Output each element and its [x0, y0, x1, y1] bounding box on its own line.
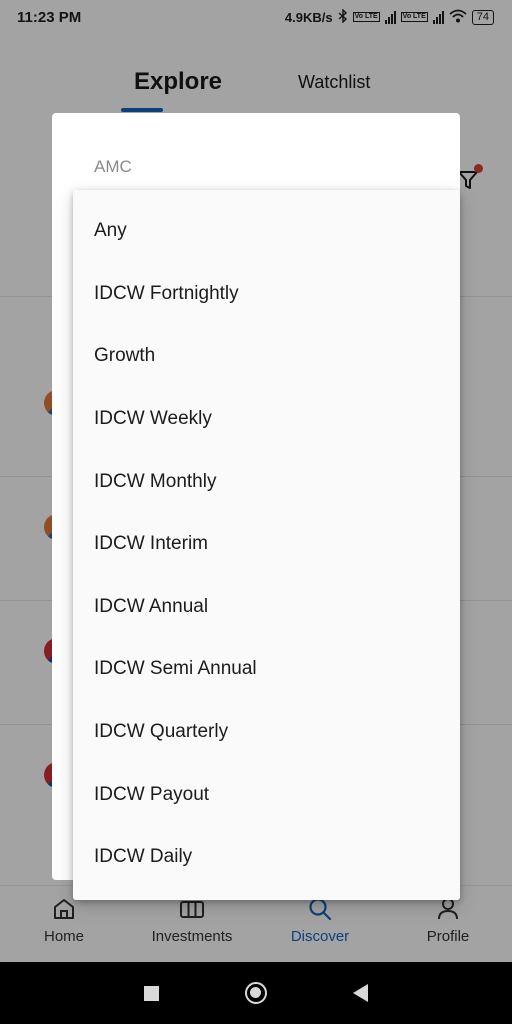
- menu-item-idcw-interim[interactable]: IDCW Interim: [73, 513, 460, 576]
- system-navigation-bar: [0, 962, 512, 1024]
- home-button[interactable]: [245, 982, 267, 1004]
- recents-button[interactable]: [144, 985, 159, 1001]
- menu-item-growth[interactable]: Growth: [73, 325, 460, 388]
- amc-field-label: AMC: [94, 157, 132, 176]
- menu-item-idcw-quarterly[interactable]: IDCW Quarterly: [73, 701, 460, 764]
- back-button[interactable]: [353, 984, 368, 1002]
- menu-item-idcw-monthly[interactable]: IDCW Monthly: [73, 450, 460, 513]
- menu-item-any[interactable]: Any: [73, 200, 460, 263]
- menu-item-idcw-semi-annual[interactable]: IDCW Semi Annual: [73, 638, 460, 701]
- menu-item-idcw-payout[interactable]: IDCW Payout: [73, 763, 460, 826]
- dropdown-menu: Any IDCW Fortnightly Growth IDCW Weekly …: [73, 190, 460, 900]
- menu-item-idcw-annual[interactable]: IDCW Annual: [73, 576, 460, 639]
- menu-item-idcw-weekly[interactable]: IDCW Weekly: [73, 388, 460, 451]
- menu-item-idcw-daily[interactable]: IDCW Daily: [73, 826, 460, 889]
- menu-item-idcw-fortnightly[interactable]: IDCW Fortnightly: [73, 263, 460, 326]
